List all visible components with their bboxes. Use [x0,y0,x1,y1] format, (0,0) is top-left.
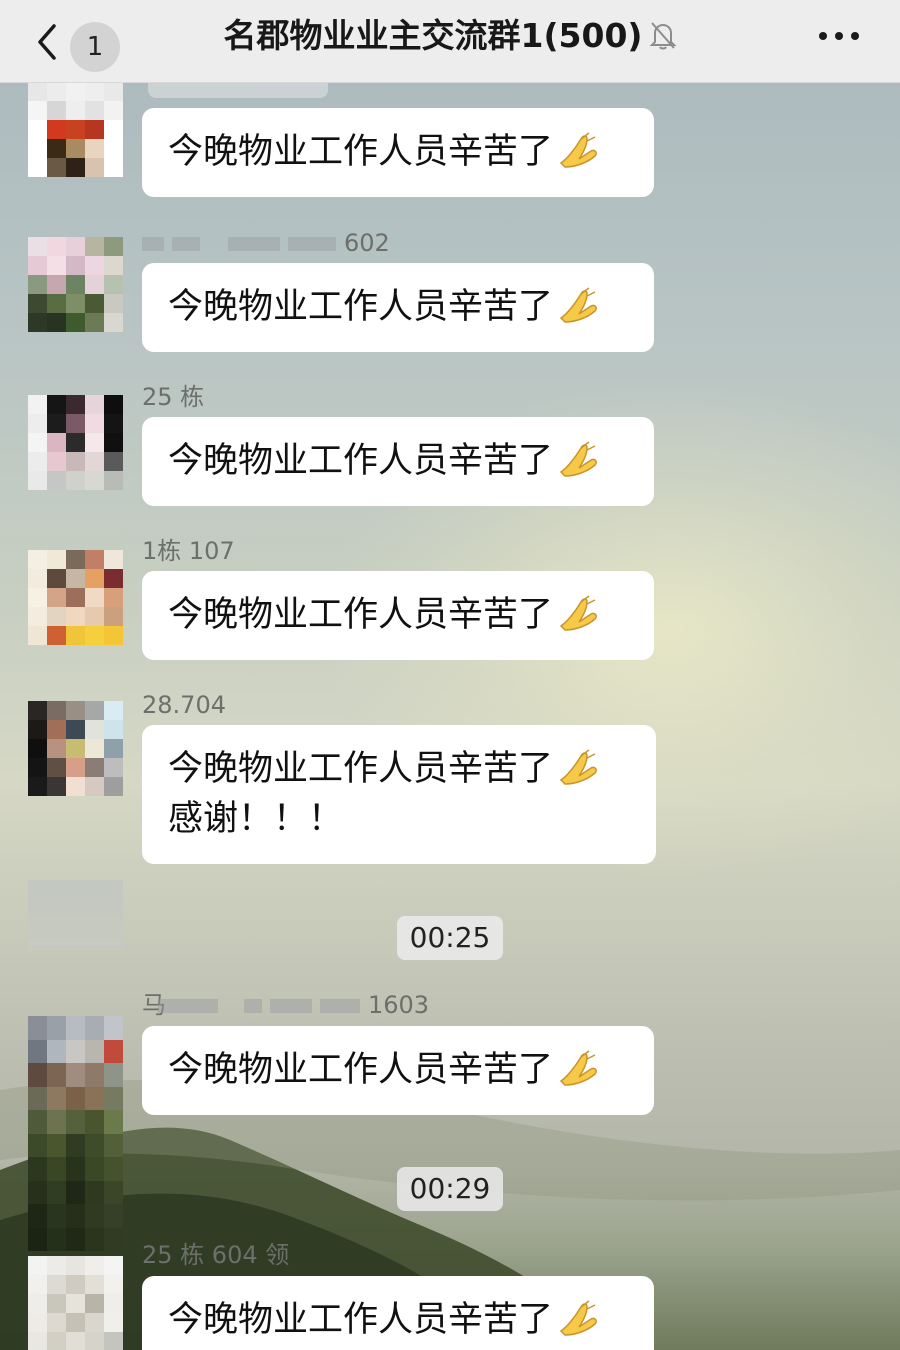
avatar[interactable] [28,82,123,177]
blurred-name [244,999,262,1013]
message-bubble[interactable]: 今晚物业工作人员辛苦了 感谢！！！ [142,725,656,864]
sender-name: 马 1603 [142,990,429,1020]
previous-message-edge [148,82,328,98]
sender-name: 602 [142,228,390,258]
message-text: 今晚物业工作人员辛苦了 [168,1050,554,1090]
pray-icon [559,441,597,477]
message-text: 今晚物业工作人员辛苦了 [168,595,554,635]
pray-icon [559,1300,597,1336]
avatar[interactable] [28,237,123,332]
sender-text: 1栋 107 [142,537,235,565]
message-text: 今晚物业工作人员辛苦了 [168,441,554,481]
pray-icon [559,132,597,168]
avatar[interactable] [28,1256,123,1350]
pray-icon [559,1050,597,1086]
sender-text: 28.704 [142,691,226,719]
message-bubble[interactable]: 今晚物业工作人员辛苦了 [142,263,654,352]
more-options-button[interactable] [818,24,860,48]
unread-badge: 1 [70,22,120,72]
message-bubble[interactable]: 今晚物业工作人员辛苦了 [142,1276,654,1350]
pray-icon [559,287,597,323]
more-dots-icon [819,32,859,40]
pray-icon [559,749,597,785]
blurred-name [270,999,312,1013]
chevron-left-icon [38,24,56,60]
chat-header: 1 名郡物业业主交流群1(500) [0,0,900,83]
pray-icon [559,595,597,631]
back-button[interactable]: 1 [28,14,128,72]
sender-text: 602 [344,229,390,257]
timestamp: 00:25 [397,916,503,960]
blurred-name [172,237,200,251]
avatar[interactable] [28,395,123,490]
sender-name: 25 栋 [142,382,204,412]
sender-name: 25 栋 604 领 [142,1240,289,1270]
blurred-name [142,237,164,251]
sender-name: 1栋 107 [142,536,235,566]
avatar[interactable] [28,1016,123,1251]
avatar[interactable] [28,550,123,645]
sender-text: 1603 [368,991,430,1019]
message-bubble[interactable]: 今晚物业工作人员辛苦了 [142,571,654,660]
timestamp: 00:29 [397,1167,503,1211]
avatar[interactable] [28,701,123,796]
sender-text: 25 栋 [142,383,205,411]
message-extra-text: 感谢！！！ [168,799,344,839]
chat-screen: 今晚物业工作人员辛苦了 602 今晚物业工作人员辛苦了 25 栋 今晚物业工作人… [0,0,900,1350]
blurred-area [28,880,123,950]
message-text: 今晚物业工作人员辛苦了 [168,749,554,789]
message-text: 今晚物业工作人员辛苦了 [168,132,554,172]
blurred-name [320,999,360,1013]
blurred-name [228,237,280,251]
page-title: 名郡物业业主交流群1(500) [150,0,750,72]
message-bubble[interactable]: 今晚物业工作人员辛苦了 [142,1026,654,1115]
message-text: 今晚物业工作人员辛苦了 [168,1300,554,1340]
message-bubble[interactable]: 今晚物业工作人员辛苦了 [142,417,654,506]
bell-slash-icon [649,21,676,49]
chat-title: 名郡物业业主交流群1(500) [223,16,643,55]
blurred-name [158,999,218,1013]
blurred-name [288,237,336,251]
sender-text: 25 栋 604 领 [142,1241,290,1269]
message-text: 今晚物业工作人员辛苦了 [168,287,554,327]
sender-name: 28.704 [142,690,226,720]
message-bubble[interactable]: 今晚物业工作人员辛苦了 [142,108,654,197]
